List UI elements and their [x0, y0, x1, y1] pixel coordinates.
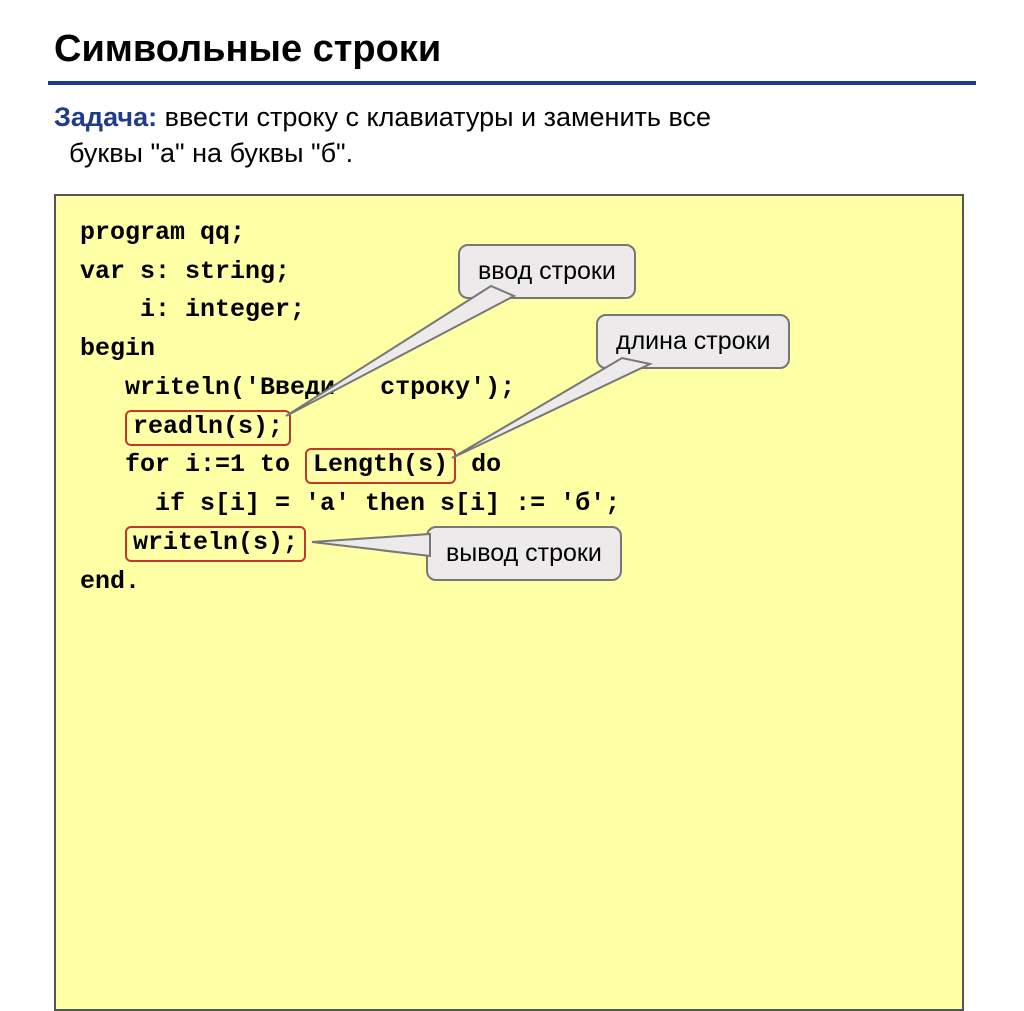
code-l5b: строку'); [365, 373, 515, 402]
code-l3: i: integer; [80, 295, 305, 324]
code-length-hl: Length(s) [305, 448, 456, 484]
code-l7c: do [456, 450, 501, 479]
task-block: Задача: ввести строку с клавиатуры и зам… [48, 99, 976, 172]
task-text-2: буквы "а" на буквы "б". [69, 138, 353, 168]
callout-length: длина строки [596, 314, 790, 369]
task-text-1: ввести строку с клавиатуры и заменить вс… [157, 102, 711, 132]
code-l7a: for i:=1 to [80, 450, 305, 479]
title-rule [48, 81, 976, 85]
slide-title: Символьные строки [48, 28, 976, 71]
code-l2: var s: string; [80, 257, 290, 286]
code-writeln-hl: writeln(s); [125, 526, 306, 562]
code-l1: program qq; [80, 218, 245, 247]
code-box: program qq; var s: string; i: integer; b… [54, 194, 964, 1011]
code-l5a: writeln('Введи [80, 373, 335, 402]
callout-input: ввод строки [458, 244, 636, 299]
task-label: Задача: [54, 102, 157, 132]
code-l8: if s[i] = 'а' then s[i] := 'б'; [80, 489, 620, 518]
code-readln-hl: readln(s); [125, 410, 291, 446]
callout-output: вывод строки [426, 526, 622, 581]
code-l10: end. [80, 567, 140, 596]
callout-output-pointer [312, 534, 442, 558]
code-l4: begin [80, 334, 155, 363]
